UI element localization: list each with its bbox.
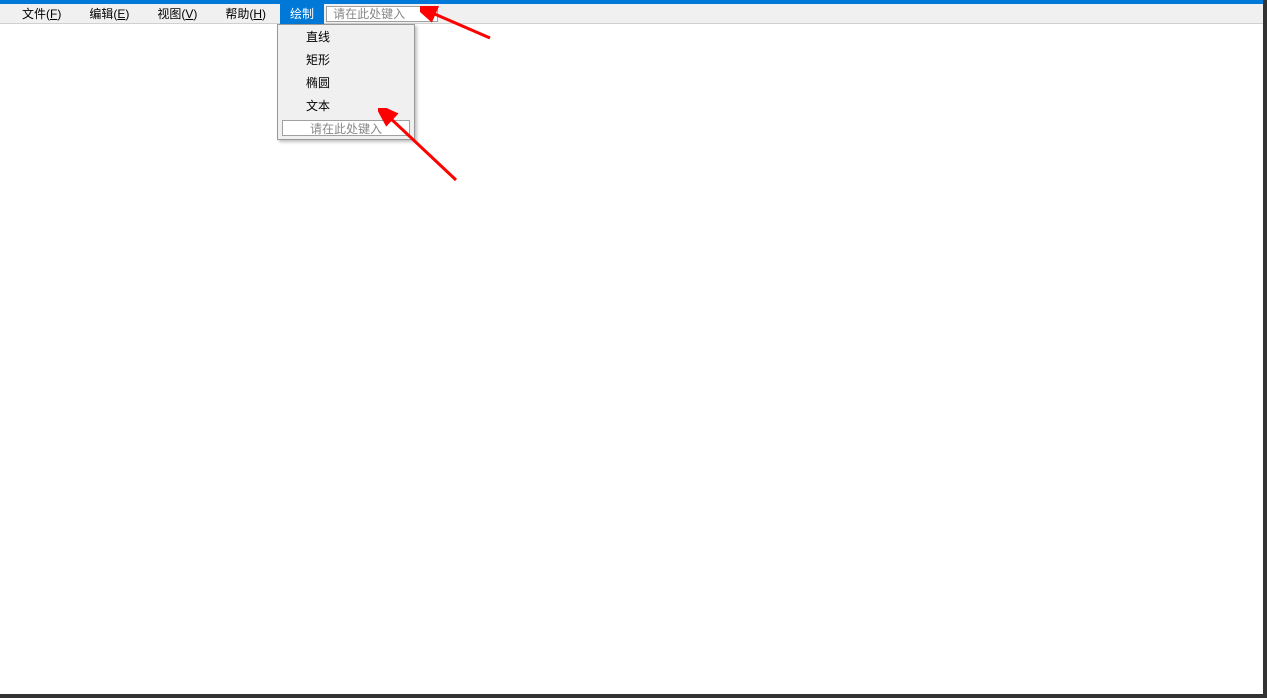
dropdown-type-here-input[interactable]: 请在此处键入	[282, 120, 410, 136]
menu-accel: H	[253, 7, 262, 21]
menu-label-prefix: 视图(	[157, 7, 185, 21]
menu-label-prefix: 文件(	[22, 7, 50, 21]
menu-file[interactable]: 文件(F)	[8, 3, 75, 24]
dropdown-item-line[interactable]: 直线	[278, 25, 414, 48]
window-right-border	[1263, 0, 1267, 698]
menu-label-prefix: 编辑(	[89, 7, 117, 21]
menu-label-suffix: )	[57, 7, 61, 21]
dropdown-item-text[interactable]: 文本	[278, 94, 414, 117]
dropdown-input-placeholder: 请在此处键入	[310, 120, 382, 137]
draw-dropdown: 直线 矩形 椭圆 文本 请在此处键入	[277, 24, 415, 140]
menu-edit[interactable]: 编辑(E)	[75, 3, 143, 24]
dropdown-input-wrap: 请在此处键入	[278, 117, 414, 139]
menu-label-suffix: )	[125, 7, 129, 21]
window-bottom-border	[0, 694, 1267, 698]
dropdown-item-ellipse[interactable]: 椭圆	[278, 71, 414, 94]
content-area	[0, 24, 1267, 698]
menubar-type-here-input[interactable]: 请在此处键入	[326, 6, 438, 22]
menu-view[interactable]: 视图(V)	[143, 3, 211, 24]
menu-bar: 文件(F) 编辑(E) 视图(V) 帮助(H) 绘制 请在此处键入	[0, 4, 1267, 24]
menubar-input-placeholder: 请在此处键入	[333, 5, 405, 22]
menu-label-suffix: )	[262, 7, 266, 21]
menu-label-suffix: )	[193, 7, 197, 21]
dropdown-item-rect[interactable]: 矩形	[278, 48, 414, 71]
menu-draw[interactable]: 绘制	[280, 3, 324, 24]
menu-label-prefix: 帮助(	[225, 7, 253, 21]
menu-help[interactable]: 帮助(H)	[211, 3, 280, 24]
